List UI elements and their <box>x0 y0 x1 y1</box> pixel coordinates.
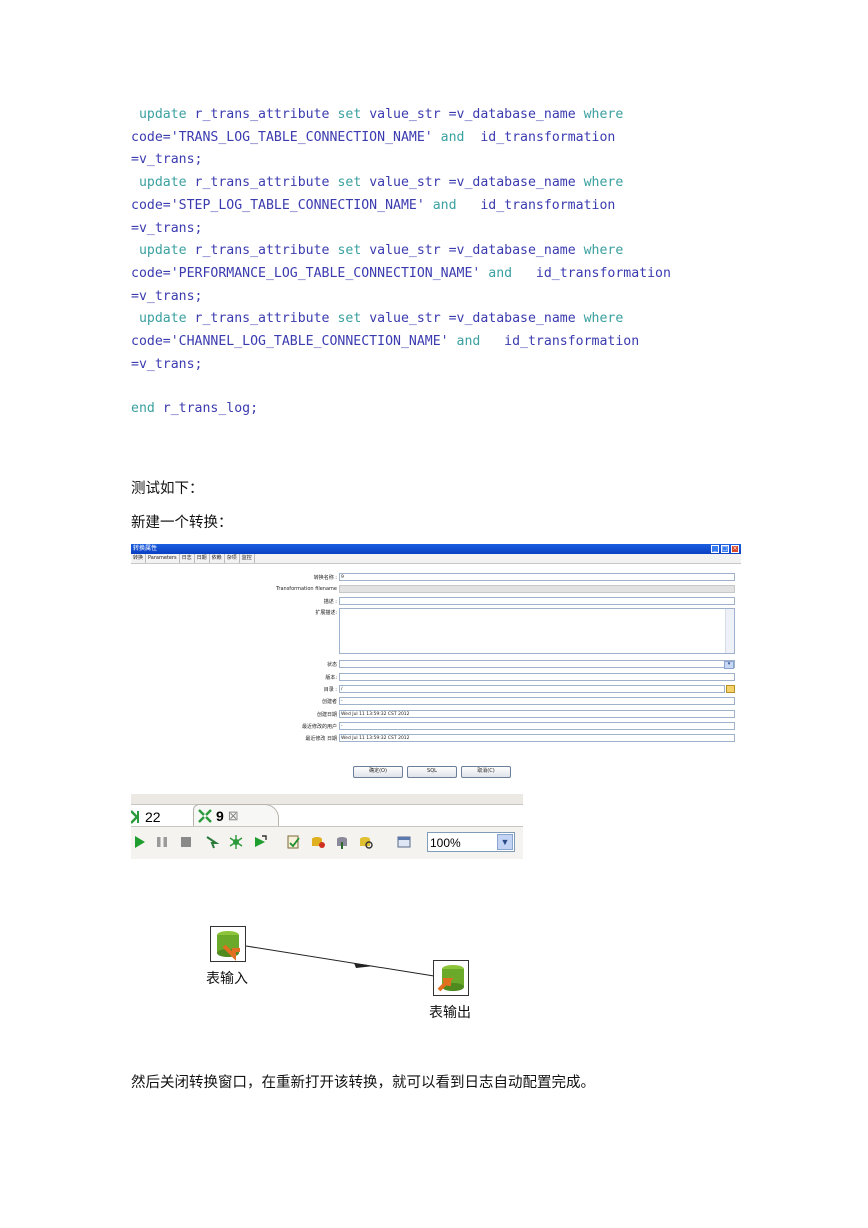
table-output-icon <box>433 960 469 996</box>
hop-layer <box>245 945 435 977</box>
table-input-label: 表输入 <box>206 971 248 987</box>
table-input-step[interactable] <box>210 926 246 962</box>
table-output-label: 表输出 <box>429 1005 471 1021</box>
table-input-icon <box>210 926 246 962</box>
conclusion-text: 然后关闭转换窗口，在重新打开该转换，就可以看到日志自动配置完成。 <box>131 1075 595 1091</box>
hop-line[interactable] <box>245 945 435 977</box>
table-output-step[interactable] <box>433 960 469 996</box>
